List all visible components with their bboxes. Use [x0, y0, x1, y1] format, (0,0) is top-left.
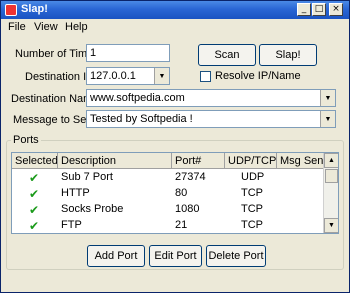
row-port: 27374 [175, 171, 206, 183]
slap-window: Slap! _ □ × File View Help Number of Tim… [0, 0, 350, 293]
ip-value: 127.0.0.1 [90, 70, 136, 82]
check-icon: ✔ [29, 203, 40, 217]
ip-combo[interactable]: 127.0.0.1 ▼ [86, 67, 170, 85]
row-description: FTP [61, 219, 82, 231]
maximize-button[interactable]: □ [312, 3, 326, 16]
message-combo[interactable]: Tested by Softpedia ! ▼ [86, 110, 336, 128]
menu-bar: File View Help [1, 19, 349, 35]
row-port: 80 [175, 187, 188, 199]
delete-port-button[interactable]: Delete Port [206, 245, 266, 267]
scroll-thumb[interactable] [325, 169, 338, 183]
close-button[interactable]: × [329, 3, 343, 16]
edit-port-button[interactable]: Edit Port [149, 245, 202, 267]
row-msg-sent [277, 217, 283, 233]
col-selected[interactable]: Selected [12, 153, 58, 169]
slap-button[interactable]: Slap! [259, 44, 317, 66]
ports-listview[interactable]: Selected Description Port# UDP/TCP Msg S… [11, 152, 339, 234]
row-msg-sent [277, 185, 283, 201]
menu-file[interactable]: File [8, 21, 26, 33]
ports-scrollbar[interactable]: ▲ ▼ [323, 153, 338, 233]
table-row[interactable]: ✔ HTTP 80 TCP [12, 185, 324, 201]
row-proto: TCP [241, 219, 263, 231]
ports-header: Selected Description Port# UDP/TCP Msg S… [12, 153, 324, 169]
times-input[interactable]: 1 [86, 44, 170, 62]
minimize-button[interactable]: _ [297, 3, 311, 16]
scroll-up-icon[interactable]: ▲ [324, 153, 338, 168]
row-msg-sent [277, 169, 283, 185]
row-description: Socks Probe [61, 203, 124, 215]
scan-button[interactable]: Scan [198, 44, 256, 66]
check-icon: ✔ [29, 219, 40, 233]
row-description: HTTP [61, 187, 90, 199]
menu-help[interactable]: Help [65, 21, 88, 33]
message-value: Tested by Softpedia ! [90, 113, 193, 125]
window-title: Slap! [21, 3, 48, 15]
resolve-checkbox[interactable] [200, 71, 211, 82]
check-icon: ✔ [29, 171, 40, 185]
check-icon: ✔ [29, 187, 40, 201]
title-bar[interactable]: Slap! _ □ × [1, 1, 349, 19]
table-row[interactable]: ✔ Sub 7 Port 27374 UDP [12, 169, 324, 185]
menu-view[interactable]: View [34, 21, 58, 33]
row-proto: TCP [241, 203, 263, 215]
chevron-down-icon[interactable]: ▼ [320, 111, 335, 127]
col-msg-sent[interactable]: Msg Sent [277, 153, 324, 169]
app-icon [5, 4, 17, 16]
scroll-down-icon[interactable]: ▼ [324, 218, 338, 233]
table-row[interactable]: ✔ Socks Probe 1080 TCP [12, 201, 324, 217]
name-combo[interactable]: www.softpedia.com ▼ [86, 89, 336, 107]
col-port[interactable]: Port# [172, 153, 225, 169]
name-value: www.softpedia.com [90, 92, 185, 104]
row-port: 1080 [175, 203, 200, 215]
col-description[interactable]: Description [58, 153, 172, 169]
ports-group-title: Ports [11, 134, 41, 146]
chevron-down-icon[interactable]: ▼ [154, 68, 169, 84]
row-description: Sub 7 Port [61, 171, 113, 183]
add-port-button[interactable]: Add Port [87, 245, 145, 267]
chevron-down-icon[interactable]: ▼ [320, 90, 335, 106]
row-proto: UDP [241, 171, 265, 183]
row-port: 21 [175, 219, 188, 231]
row-proto: TCP [241, 187, 263, 199]
resolve-label: Resolve IP/Name [215, 70, 301, 82]
col-proto[interactable]: UDP/TCP [225, 153, 277, 169]
row-msg-sent [277, 201, 283, 217]
table-row[interactable]: ✔ FTP 21 TCP [12, 217, 324, 233]
